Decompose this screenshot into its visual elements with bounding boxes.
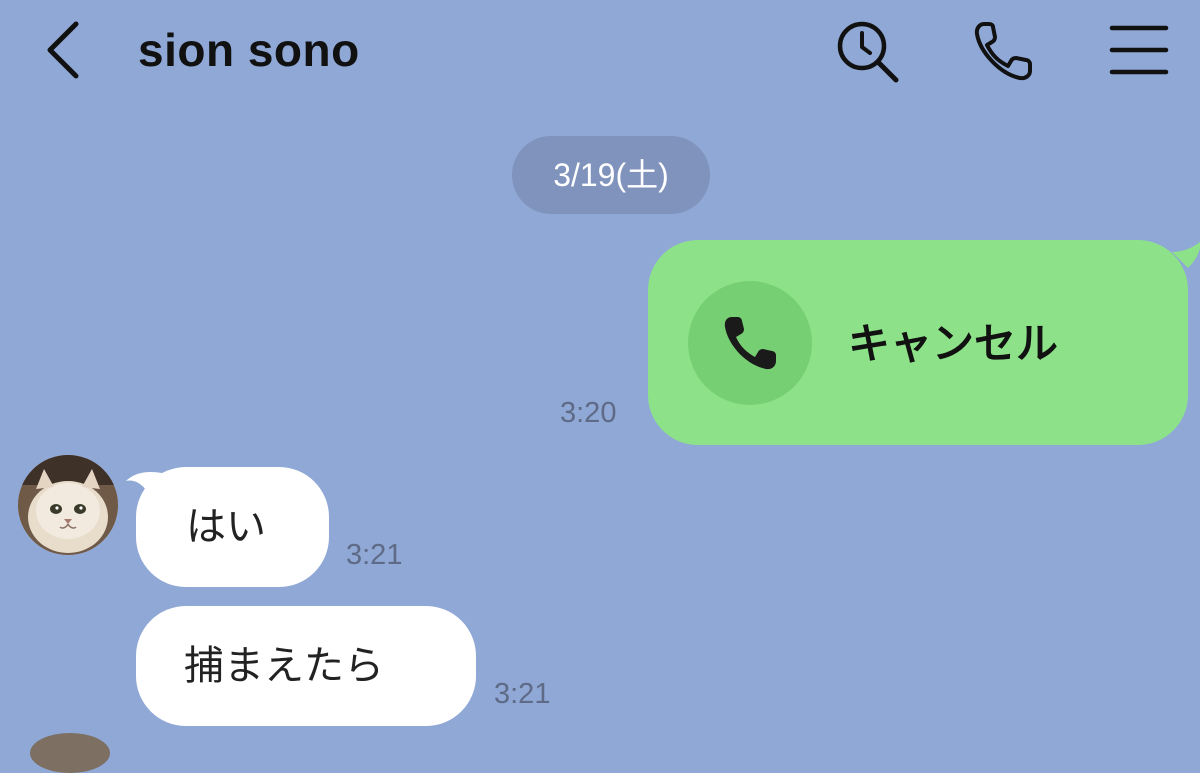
- message-time: 3:21: [494, 678, 551, 710]
- menu-button[interactable]: [1106, 18, 1172, 84]
- voice-call-button[interactable]: [970, 18, 1036, 84]
- bubble-tail: [1172, 241, 1200, 268]
- message-text: はい: [186, 504, 266, 550]
- search-button[interactable]: [834, 18, 900, 84]
- back-button[interactable]: [38, 18, 94, 82]
- date-separator: 3/19(土): [512, 136, 710, 214]
- back-chevron-icon: [47, 21, 79, 79]
- message-text: 捕まえたら: [184, 643, 384, 689]
- phone-icon: [974, 22, 1032, 81]
- chat-title: sion sono: [138, 24, 360, 76]
- contact-avatar[interactable]: [18, 455, 118, 555]
- message-time: 3:20: [560, 397, 617, 429]
- call-status-label: キャンセル: [848, 319, 1059, 368]
- chat-header: sion sono: [0, 0, 1200, 110]
- phone-icon: [724, 317, 776, 370]
- message-bubble[interactable]: はい: [136, 467, 329, 587]
- message-time: 3:21: [346, 539, 403, 571]
- menu-icon: [1109, 25, 1169, 75]
- cat-avatar-icon: [18, 455, 118, 555]
- search-clock-icon: [837, 21, 899, 83]
- message-bubble[interactable]: 捕まえたら: [136, 606, 476, 726]
- contact-avatar-partial: [30, 733, 110, 773]
